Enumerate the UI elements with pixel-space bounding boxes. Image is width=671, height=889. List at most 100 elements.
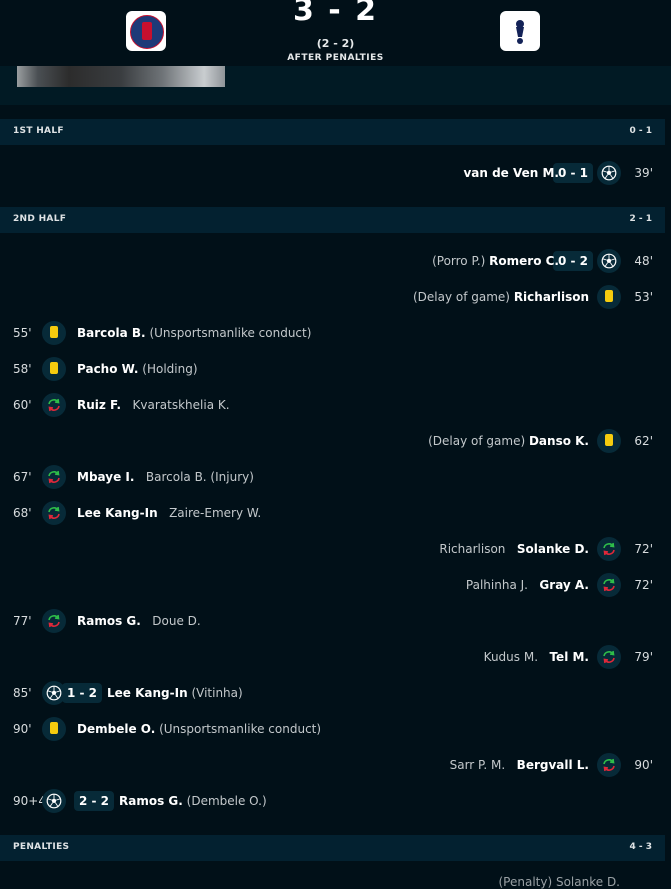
event-text: Ruiz F. Kvaratskhelia K. (77, 398, 230, 412)
section-header[interactable]: 2ND HALF 2 - 1 (0, 207, 665, 233)
player-name[interactable]: Danso K. (529, 434, 589, 448)
event-row: 39' 0 - 1 van de Ven M. (0, 156, 665, 190)
event-text: Mbaye I. Barcola B. (Injury) (77, 470, 254, 484)
event-row: 62' (Delay of game) Danso K. (0, 424, 665, 458)
section-score: 2 - 1 (629, 214, 652, 224)
event-row: 85' 1 - 2 Lee Kang-In (Vitinha) (0, 676, 665, 710)
yellow-card-icon (42, 357, 66, 381)
event-row: 72' Palhinha J. Gray A. (0, 568, 665, 602)
event-detail: Doue D. (152, 614, 201, 628)
yellow-card-icon (42, 321, 66, 345)
event-row: 60' Ruiz F. Kvaratskhelia K. (0, 388, 665, 422)
goal-ball-icon (597, 161, 621, 185)
event-row: 68' Lee Kang-In Zaire-Emery W. (0, 496, 665, 530)
player-name[interactable]: Solanke D. (517, 542, 589, 556)
card-shape (50, 722, 58, 734)
event-detail: (Unsportsmanlike conduct) (159, 722, 322, 736)
event-text: Ramos G. (Dembele O.) (119, 794, 267, 808)
event-detail: (Delay of game) (412, 290, 510, 304)
event-text: Kudus M. Tel M. (484, 650, 589, 664)
event-detail: Kvaratskhelia K. (132, 398, 230, 412)
substitution-icon (597, 753, 621, 777)
player-name[interactable]: Mbaye I. (77, 470, 134, 484)
substitution-icon (597, 537, 621, 561)
event-minute: 58' (13, 362, 32, 376)
event-text: Lee Kang-In Zaire-Emery W. (77, 506, 261, 520)
event-minute: 79' (634, 650, 653, 664)
player-name[interactable]: Ramos G. (119, 794, 183, 808)
substitution-icon (42, 501, 66, 525)
goal-ball-icon (597, 249, 621, 273)
event-row: 90' Sarr P. M. Bergvall L. (0, 748, 665, 782)
player-name[interactable]: Lee Kang-In (77, 506, 158, 520)
player-name[interactable]: Pacho W. (77, 362, 138, 376)
event-text: Lee Kang-In (Vitinha) (107, 686, 243, 700)
goal-score: 1 - 2 (62, 683, 103, 703)
event-detail: Kudus M. (483, 650, 539, 664)
assist-text: (Dembele O.) (186, 794, 267, 808)
substitution-icon (42, 393, 66, 417)
section-score: 4 - 3 (629, 842, 652, 852)
yellow-card-icon (597, 285, 621, 309)
event-minute: 60' (13, 398, 32, 412)
card-shape (50, 362, 58, 374)
event-row: 53' (Delay of game) Richarlison (0, 280, 665, 314)
event-text: (Porro P.) Romero C. (432, 254, 559, 268)
assist-text: (Vitinha) (191, 686, 243, 700)
substitution-icon (597, 573, 621, 597)
event-minute: 72' (634, 578, 653, 592)
player-name[interactable]: Gray A. (539, 578, 589, 592)
result-note: AFTER PENALTIES (287, 53, 384, 63)
event-minute: 85' (13, 686, 32, 700)
substitution-icon (597, 645, 621, 669)
event-row: 77' Ramos G. Doue D. (0, 604, 665, 638)
event-row: 90' Dembele O. (Unsportsmanlike conduct) (0, 712, 665, 746)
event-text: Sarr P. M. Bergvall L. (450, 758, 589, 772)
match-header: 3 - 2 (2 - 2) AFTER PENALTIES (0, 0, 671, 105)
player-name[interactable]: Barcola B. (77, 326, 146, 340)
event-minute: 48' (634, 254, 653, 268)
event-text: Palhinha J. Gray A. (466, 578, 589, 592)
event-minute: 67' (13, 470, 32, 484)
event-minute: 72' (634, 542, 653, 556)
event-detail: (Unsportsmanlike conduct) (149, 326, 312, 340)
event-text: (Delay of game) Richarlison (413, 290, 589, 304)
event-detail: Zaire-Emery W. (169, 506, 262, 520)
event-minute: 55' (13, 326, 32, 340)
section-title: PENALTIES (13, 842, 70, 852)
player-name[interactable]: Romero C. (489, 254, 559, 268)
event-minute: 90' (13, 722, 32, 736)
event-detail: Sarr P. M. (449, 758, 506, 772)
yellow-card-icon (597, 429, 621, 453)
event-detail: Richarlison (439, 542, 506, 556)
player-name[interactable]: Bergvall L. (517, 758, 589, 772)
tottenham-crest[interactable] (500, 11, 540, 51)
assist-text: (Porro P.) (432, 254, 486, 268)
player-name[interactable]: Dembele O. (77, 722, 155, 736)
event-detail: (Delay of game) (428, 434, 526, 448)
section-title: 2ND HALF (13, 214, 67, 224)
event-minute: 53' (634, 290, 653, 304)
event-detail: (Holding) (142, 362, 198, 376)
section-title: 1ST HALF (13, 126, 64, 136)
event-minute: 39' (634, 166, 653, 180)
card-shape (605, 290, 613, 302)
yellow-card-icon (42, 717, 66, 741)
event-row: 90+4' 2 - 2 Ramos G. (Dembele O.) (0, 784, 665, 818)
player-name[interactable]: Lee Kang-In (107, 686, 188, 700)
match-score: 3 - 2 (292, 0, 379, 28)
event-minute: 90' (634, 758, 653, 772)
section-score: 0 - 1 (629, 126, 652, 136)
player-name[interactable]: van de Ven M. (463, 166, 559, 180)
player-name[interactable]: Ruiz F. (77, 398, 121, 412)
event-text: Ramos G. Doue D. (77, 614, 201, 628)
section-header[interactable]: 1ST HALF 0 - 1 (0, 119, 665, 145)
event-text: (Delay of game) Danso K. (428, 434, 589, 448)
player-name[interactable]: Tel M. (549, 650, 589, 664)
player-name[interactable]: Ramos G. (77, 614, 141, 628)
event-row: 58' Pacho W. (Holding) (0, 352, 665, 386)
section-header[interactable]: PENALTIES 4 - 3 (0, 835, 665, 861)
event-row: 72' Richarlison Solanke D. (0, 532, 665, 566)
event-minute: 68' (13, 506, 32, 520)
player-name[interactable]: Richarlison (514, 290, 589, 304)
